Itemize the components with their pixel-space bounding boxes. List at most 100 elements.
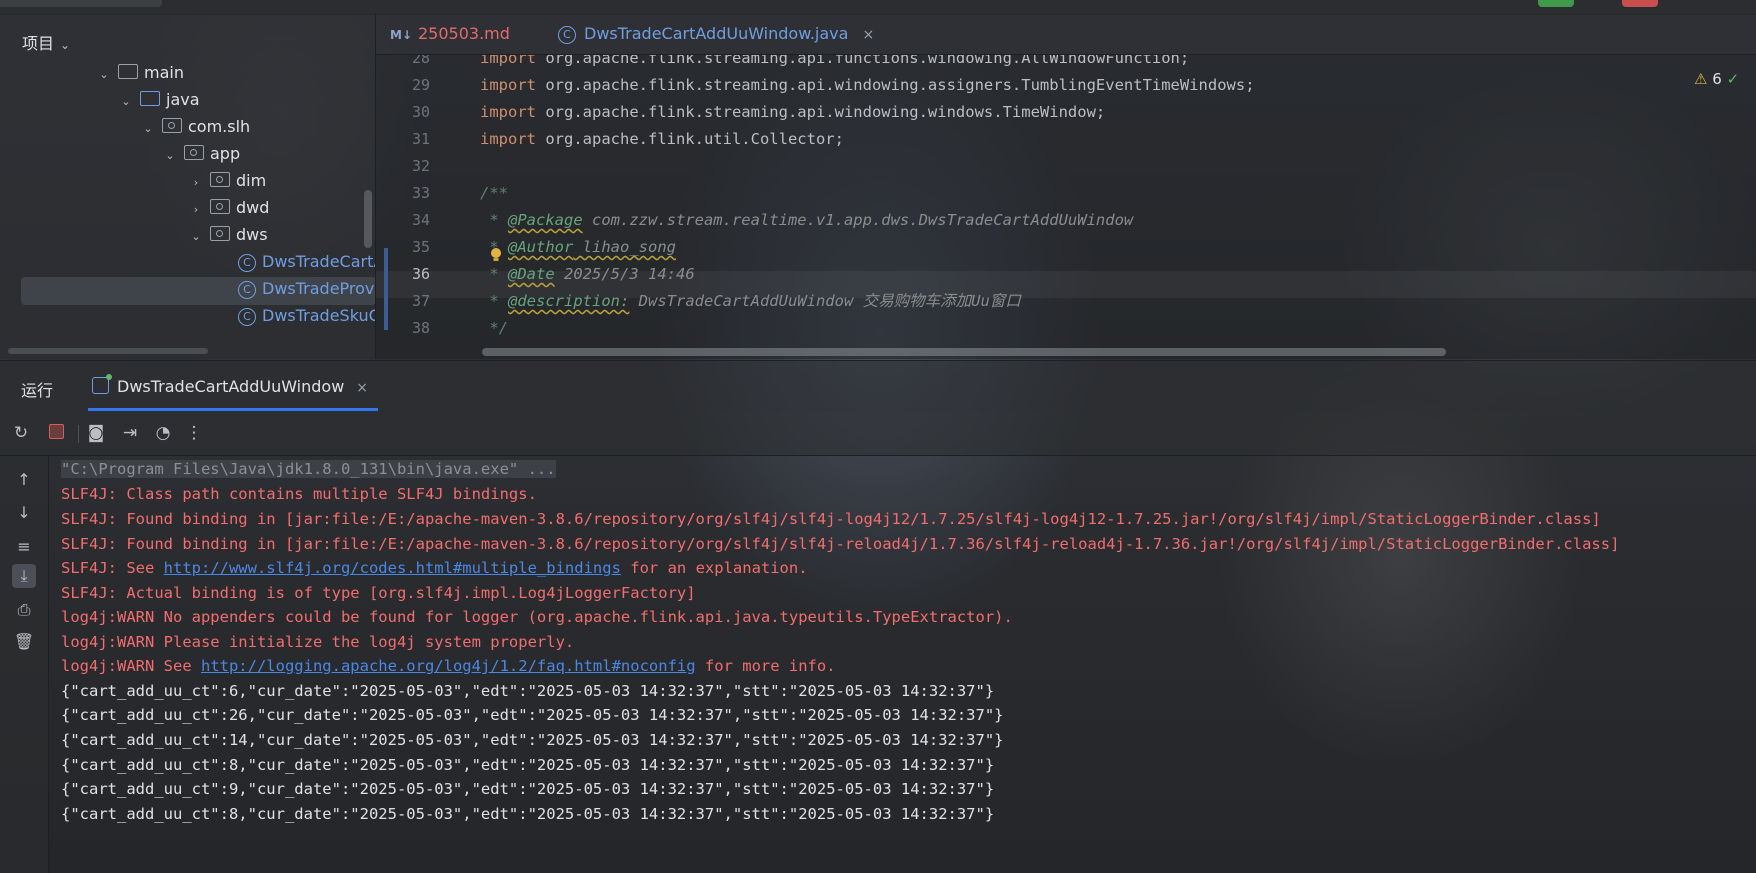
console-text: for more info. [695,657,836,675]
tree-node-java[interactable]: ⌄ java [118,86,200,116]
line-number: 34 [411,211,430,229]
line-number-gutter: 28 29 30 31 32 33 34 35 36 37 38 [376,55,456,359]
chevron-down-icon[interactable]: ⌄ [118,88,134,116]
run-tab-label: DwsTradeCartAddUuWindow [117,377,345,396]
stop-icon [48,424,64,439]
tree-node-label: DwsTradeProv [262,279,375,298]
tree-node-main[interactable]: ⌄ main [96,59,184,87]
console-line: SLF4J: Actual binding is of type [org.sl… [61,584,696,602]
tree-node-class-sku[interactable]: C DwsTradeSkuC [238,302,375,330]
chevron-down-icon[interactable]: ⌄ [162,142,178,170]
tree-node-label: dim [236,171,267,190]
code-line: * @description: DwsTradeCartAddUuWindow … [480,288,1020,315]
inspection-widget[interactable]: ⚠ 6 ✓ [1694,70,1739,88]
chevron-right-icon[interactable]: › [188,196,204,224]
line-number: 31 [411,130,430,148]
chevron-right-icon[interactable]: › [188,169,204,197]
scroll-to-end-icon[interactable]: ⤓ [12,564,36,588]
warning-count: 6 [1712,70,1722,88]
close-icon[interactable]: × [862,27,874,43]
exit-icon[interactable]: ⇥ [118,421,142,445]
tree-node-dwd[interactable]: › dwd [188,194,270,224]
console-line: {"cart_add_uu_ct":26,"cur_date":"2025-05… [61,706,1004,724]
project-horizontal-scrollbar[interactable] [8,348,208,354]
console-line: SLF4J: See http://www.slf4j.org/codes.ht… [61,555,808,582]
code-line: import org.apache.flink.streaming.api.wi… [480,99,1105,126]
toolbar-divider [78,425,79,443]
soft-wrap-icon[interactable]: ≡ [12,535,36,559]
console-line: log4j:WARN Please initialize the log4j s… [61,633,575,651]
tree-node-app[interactable]: ⌄ app [162,140,240,168]
project-panel-title: 项目 [22,34,55,53]
chevron-down-icon[interactable]: ⌄ [96,61,112,89]
tree-node-label: app [210,144,241,163]
code-line: */ [480,315,508,342]
trash-icon[interactable]: 🗑 [12,630,36,654]
run-widget-button[interactable] [1538,0,1574,7]
tree-node-label: DwsTradeCartA [262,252,376,271]
tree-node-com-slh[interactable]: ⌄ com.slh [140,113,250,141]
code-keyword: import [480,76,536,94]
run-tool-window-title: 运行 [21,381,54,400]
doc-value: 2025/5/3 14:46 [554,265,695,283]
code-line: * @Package com.zzw.stream.realtime.v1.ap… [480,207,1133,234]
tree-node-label: java [166,90,200,109]
doc-value: com.zzw.stream.realtime.v1.app.dws.DwsTr… [582,211,1134,229]
run-toolbar: ↻ ◙ ⇥ ◔ ⋮ [0,411,1756,456]
stop-widget-button[interactable] [1622,0,1658,7]
doc-tag: @Author [508,238,574,256]
chevron-down-icon[interactable]: ⌄ [140,115,156,143]
code-editor[interactable]: 28 29 30 31 32 33 34 35 36 37 38 import … [376,55,1756,359]
console-line: log4j:WARN See http://logging.apache.org… [61,653,836,680]
project-vertical-scrollbar[interactable] [364,190,372,248]
lightbulb-icon[interactable] [490,247,502,263]
more-options-icon[interactable]: ⋮ [182,421,206,445]
source-folder-icon [140,91,160,106]
tree-node-dws[interactable]: ⌄ dws [188,221,267,251]
scroll-up-icon[interactable]: ↑ [12,468,36,492]
line-number: 30 [411,103,430,121]
tab-label: DwsTradeCartAddUuWindow.java [584,24,849,43]
print-icon[interactable]: ⎙ [12,598,36,622]
chevron-down-icon[interactable]: ⌄ [188,223,204,251]
line-number: 28 [411,55,430,67]
console-link[interactable]: http://logging.apache.org/log4j/1.2/faq.… [201,657,696,675]
markdown-icon: M↓ [390,28,412,42]
console-line: {"cart_add_uu_ct":8,"cur_date":"2025-05-… [61,805,995,823]
tree-node-class-cart[interactable]: C DwsTradeCartA [238,248,376,276]
console-line: log4j:WARN No appenders could be found f… [61,608,1013,626]
tab-java-file[interactable]: C DwsTradeCartAddUuWindow.java × [558,14,874,54]
tree-node-dim[interactable]: › dim [188,167,266,195]
rerun-icon[interactable]: ↻ [9,421,33,445]
console-command: "C:\Program Files\Java\jdk1.8.0_131\bin\… [61,460,556,478]
run-config-tab[interactable]: DwsTradeCartAddUuWindow × [92,374,368,396]
doc-comment: /** [480,184,508,202]
tree-node-label: main [144,63,184,82]
console-line: SLF4J: Found binding in [jar:file:/E:/ap… [61,510,1601,528]
console-output[interactable]: "C:\Program Files\Java\jdk1.8.0_131\bin\… [49,456,1756,873]
camera-icon[interactable]: ◙ [84,421,108,445]
close-icon[interactable]: × [356,380,368,396]
tree-node-label: com.slh [188,117,251,136]
project-panel-header[interactable]: 项目 ⌄ [22,30,70,54]
gauge-icon[interactable]: ◔ [151,421,175,445]
code-text: org.apache.flink.streaming.api.windowing… [536,103,1106,121]
tree-node-class-prov[interactable]: C DwsTradeProv [238,275,374,303]
stop-button[interactable] [44,421,68,445]
main-menu-pill[interactable] [0,0,162,7]
editor-tab-bar: M↓ 250503.md C DwsTradeCartAddUuWindow.jav… [376,14,1756,55]
tab-markdown-file[interactable]: M↓ 250503.md [390,14,510,54]
code-keyword: import [480,103,536,121]
package-icon [210,226,230,241]
editor-horizontal-scrollbar[interactable] [482,348,1446,356]
code-line: import org.apache.flink.util.Collector; [480,126,844,153]
doc-comment: * [480,265,508,283]
scroll-down-icon[interactable]: ↓ [12,501,36,525]
console-link[interactable]: http://www.slf4j.org/codes.html#multiple… [164,559,621,577]
package-icon [184,145,204,160]
vcs-change-marker[interactable] [384,248,388,330]
java-class-icon: C [238,308,256,326]
code-line: import org.apache.flink.streaming.api.fu… [480,55,1189,72]
package-icon [162,118,182,133]
console-line: {"cart_add_uu_ct":8,"cur_date":"2025-05-… [61,756,995,774]
